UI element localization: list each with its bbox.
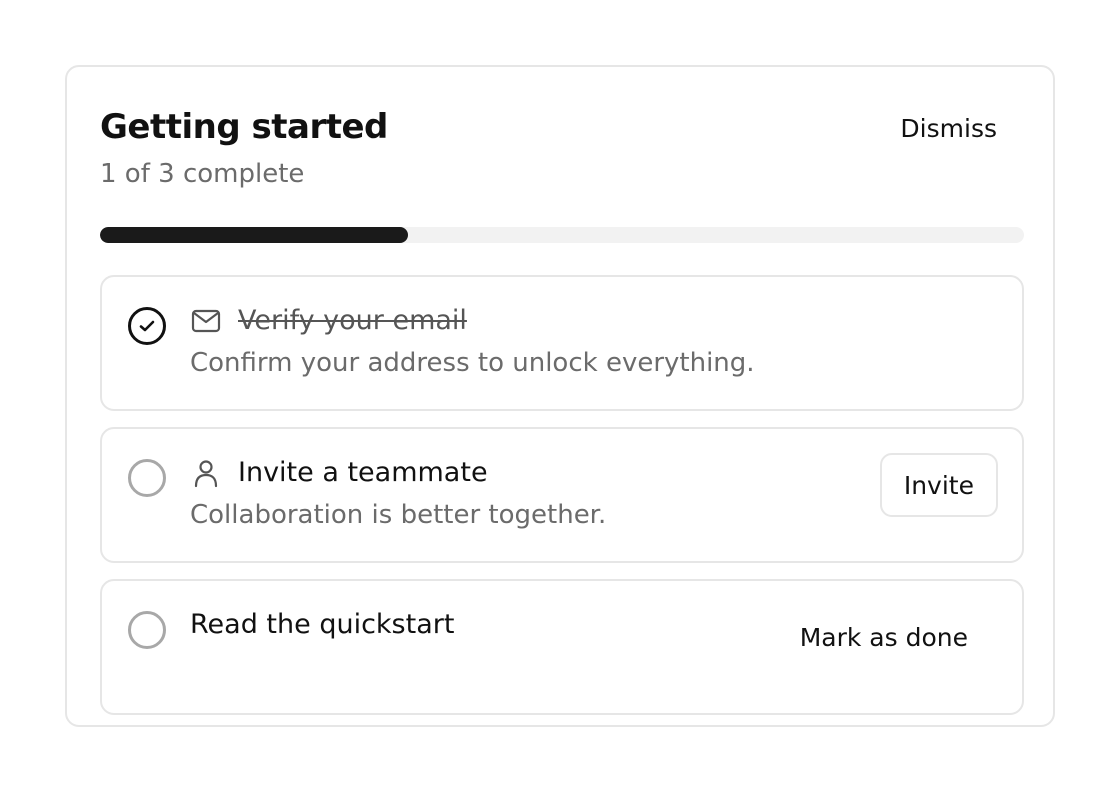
getting-started-card: Getting started 1 of 3 complete Dismiss … [65,65,1055,727]
task-incomplete-check[interactable] [128,459,166,497]
card-title: Getting started [100,107,388,147]
checkmark-icon [139,320,155,332]
task-incomplete-check[interactable] [128,611,166,649]
task-item-read-quickstart: Read the quickstart Mark as done [100,579,1024,715]
progress-text: 1 of 3 complete [100,159,305,189]
task-title: Invite a teammate [238,457,488,488]
task-item-invite-teammate: Invite a teammate Collaboration is bette… [100,427,1024,563]
progress-bar-fill [100,227,408,243]
task-description: Collaboration is better together. [190,500,607,530]
mail-icon [191,309,221,333]
task-description: Confirm your address to unlock everythin… [190,348,755,378]
invite-button[interactable]: Invite [879,453,998,517]
user-icon [194,460,218,488]
dismiss-button[interactable]: Dismiss [884,107,1013,151]
task-item-verify-email: Verify your email Confirm your address t… [100,275,1024,411]
progress-bar [100,227,1024,243]
task-title: Read the quickstart [190,609,455,640]
mark-as-done-button[interactable]: Mark as done [776,605,992,669]
task-title: Verify your email [238,305,467,336]
task-complete-check[interactable] [128,307,166,345]
